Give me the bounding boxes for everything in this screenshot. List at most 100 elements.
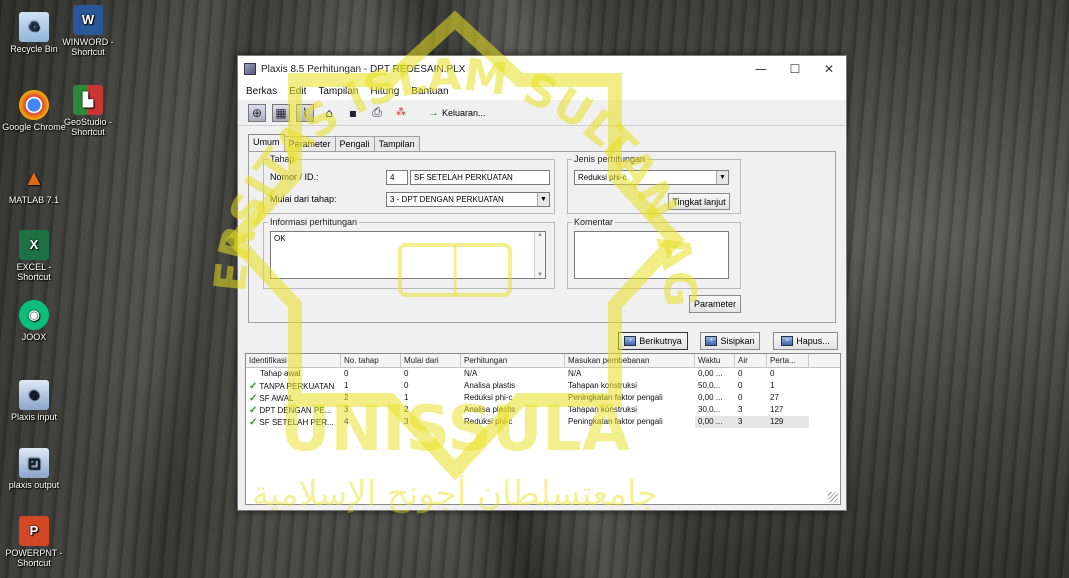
- col-header-air[interactable]: Air: [735, 354, 767, 367]
- matlab-shortcut[interactable]: ▲ MATLAB 7.1: [2, 163, 66, 206]
- chevron-down-icon: ▼: [537, 193, 549, 206]
- row-waktu: 50,0...: [698, 381, 721, 390]
- row-masukan: N/A: [568, 369, 582, 378]
- tab-parameter[interactable]: Parameter: [283, 136, 336, 151]
- komentar-textarea[interactable]: [574, 231, 729, 279]
- menu-edit[interactable]: Edit: [283, 86, 312, 97]
- menu-bar: Berkas Edit Tampilan Hitung Bantuan: [238, 82, 846, 100]
- parameter-button[interactable]: Parameter: [689, 295, 741, 313]
- input-program-icon[interactable]: ⊕: [248, 103, 266, 122]
- minimize-button[interactable]: —: [744, 56, 778, 82]
- desktop-icon-label: WINWORD - Shortcut: [62, 37, 114, 57]
- col-header-identifikasi[interactable]: Identifikasi: [246, 354, 341, 367]
- menu-tampilan[interactable]: Tampilan: [312, 86, 364, 97]
- check-icon: ✓: [249, 405, 258, 416]
- tab-tampilan[interactable]: Tampilan: [373, 136, 420, 151]
- title-bar[interactable]: Plaxis 8.5 Perhitungan - DPT REDESAIN.PL…: [238, 56, 846, 82]
- row-perta: 27: [770, 393, 779, 402]
- berikutnya-label: Berikutnya: [639, 336, 682, 346]
- id-field[interactable]: SF SETELAH PERKUATAN: [410, 170, 550, 185]
- berikutnya-button[interactable]: + Berikutnya: [618, 332, 688, 350]
- row-mulai: 2: [404, 405, 409, 414]
- resize-grip-icon[interactable]: [828, 492, 838, 502]
- table-row[interactable]: Tahap awal 0 0 N/A N/A 0,00 ... 0 0: [246, 368, 840, 380]
- geostudio-shortcut[interactable]: ▙ GeoStudio - Shortcut: [56, 85, 120, 137]
- tahap-group: Tahap Nomor / ID.: 4 SF SETELAH PERKUATA…: [263, 154, 555, 214]
- plaxis-input-shortcut[interactable]: ⊕ Plaxis input: [2, 380, 66, 422]
- powerpoint-shortcut[interactable]: P POWERPNT - Shortcut: [2, 516, 66, 568]
- row-air: 0: [738, 369, 743, 378]
- toolbar: ⊕ ▦ ⌇ ⌂ ▪ ⎙ ⁂ → Keluaran...: [238, 100, 846, 126]
- matlab-icon: ▲: [23, 165, 45, 190]
- row-identifikasi: ✓ SF AWAL: [246, 392, 341, 404]
- col-header-perhitungan[interactable]: Perhitungan: [461, 354, 565, 367]
- plaxis-output-shortcut[interactable]: ◰ plaxis output: [2, 448, 66, 490]
- open-folder-icon[interactable]: ⌂: [320, 104, 338, 122]
- keluaran-button[interactable]: → Keluaran...: [428, 107, 486, 119]
- winword-shortcut[interactable]: W WINWORD - Shortcut: [56, 5, 120, 57]
- col-header-waktu[interactable]: Waktu: [695, 354, 735, 367]
- mulai-label: Mulai dari tahap:: [270, 194, 337, 204]
- row-no-tahap: 1: [344, 381, 349, 390]
- row-air: 3: [735, 416, 767, 428]
- close-button[interactable]: ✕: [812, 56, 846, 82]
- table-row[interactable]: ✓ TANPA PERKUATAN 1 0 Analisa plastis Tah…: [246, 380, 840, 392]
- col-header-perta[interactable]: Perta...: [767, 354, 809, 367]
- hapus-button[interactable]: × Hapus...: [773, 332, 838, 350]
- curves-program-icon[interactable]: ⌇: [296, 103, 314, 122]
- plaxis-calculation-window: Plaxis 8.5 Perhitungan - DPT REDESAIN.PL…: [237, 55, 847, 511]
- jenis-perhitungan-select[interactable]: Reduksi phi-c ▼: [574, 170, 729, 185]
- table-row-selected[interactable]: ✓ SF SETELAH PER... 4 3 Reduksi phi-c Pen…: [246, 416, 840, 428]
- output-program-icon[interactable]: ▦: [272, 103, 290, 122]
- menu-berkas[interactable]: Berkas: [240, 86, 283, 97]
- table-row[interactable]: ✓ SF AWAL 2 1 Reduksi phi-c Peningkatan f…: [246, 392, 840, 404]
- desktop-icon-label: Plaxis input: [10, 412, 58, 422]
- check-icon: ✓: [249, 417, 258, 428]
- row-waktu: 30,0...: [698, 405, 721, 414]
- delete-phase-icon: ×: [781, 336, 794, 346]
- menu-hitung[interactable]: Hitung: [364, 86, 405, 97]
- row-perta: 129: [767, 416, 809, 428]
- chrome-icon: [19, 90, 49, 120]
- tab-umum[interactable]: Umum: [248, 134, 285, 151]
- save-icon[interactable]: ▪: [344, 104, 362, 122]
- print-icon[interactable]: ⎙: [368, 104, 386, 122]
- plaxis-app-icon: [244, 63, 256, 75]
- select-points-icon[interactable]: ⁂: [392, 104, 410, 122]
- col-header-no-tahap[interactable]: No. tahap: [341, 354, 401, 367]
- mulai-dari-select[interactable]: 3 - DPT DENGAN PERKUATAN ▼: [386, 192, 550, 207]
- row-mulai: 3: [404, 417, 409, 426]
- col-header-mulai-dari[interactable]: Mulai dari: [401, 354, 461, 367]
- row-no-tahap: 2: [344, 393, 349, 402]
- excel-shortcut[interactable]: X EXCEL - Shortcut: [2, 230, 66, 282]
- row-perta: 127: [770, 405, 784, 414]
- row-perhitungan: N/A: [464, 369, 478, 378]
- next-phase-icon: +: [624, 336, 637, 346]
- sisipkan-label: Sisipkan: [720, 336, 755, 346]
- table-row[interactable]: ✓ DPT DENGAN PE... 3 2 Analisa plastis Ta…: [246, 404, 840, 416]
- row-mulai: 0: [404, 381, 409, 390]
- desktop-icon-label: Recycle Bin: [10, 44, 58, 54]
- tingkat-lanjut-button[interactable]: Tingkat lanjut: [668, 193, 730, 210]
- joox-icon: ◉: [19, 300, 49, 330]
- insert-phase-icon: +: [705, 336, 718, 346]
- col-header-masukan[interactable]: Masukan pembebanan: [565, 354, 695, 367]
- row-masukan: Tahapan konstruksi: [568, 381, 637, 390]
- desktop-icon-label: plaxis output: [8, 480, 60, 490]
- sisipkan-button[interactable]: + Sisipkan: [700, 332, 760, 350]
- menu-bantuan[interactable]: Bantuan: [405, 86, 454, 97]
- tab-pengali[interactable]: Pengali: [334, 136, 375, 151]
- informasi-scrollbar[interactable]: ▲ ▼: [534, 232, 545, 278]
- joox-shortcut[interactable]: ◉ JOOX: [2, 300, 66, 342]
- row-perhitungan: Reduksi phi-c: [464, 393, 513, 402]
- tahap-legend: Tahap: [270, 154, 295, 164]
- row-air: 0: [738, 393, 743, 402]
- informasi-textarea[interactable]: OK ▲ ▼: [270, 231, 546, 279]
- row-identifikasi: ✓ TANPA PERKUATAN: [246, 380, 341, 392]
- row-identifikasi: ✓ SF SETELAH PER...: [246, 416, 341, 428]
- powerpoint-icon: P: [19, 516, 49, 546]
- nomor-field[interactable]: 4: [386, 170, 408, 185]
- jenis-legend: Jenis perhitungan: [574, 154, 646, 164]
- table-header: Identifikasi No. tahap Mulai dari Perhit…: [246, 354, 840, 368]
- maximize-button[interactable]: ☐: [778, 56, 812, 82]
